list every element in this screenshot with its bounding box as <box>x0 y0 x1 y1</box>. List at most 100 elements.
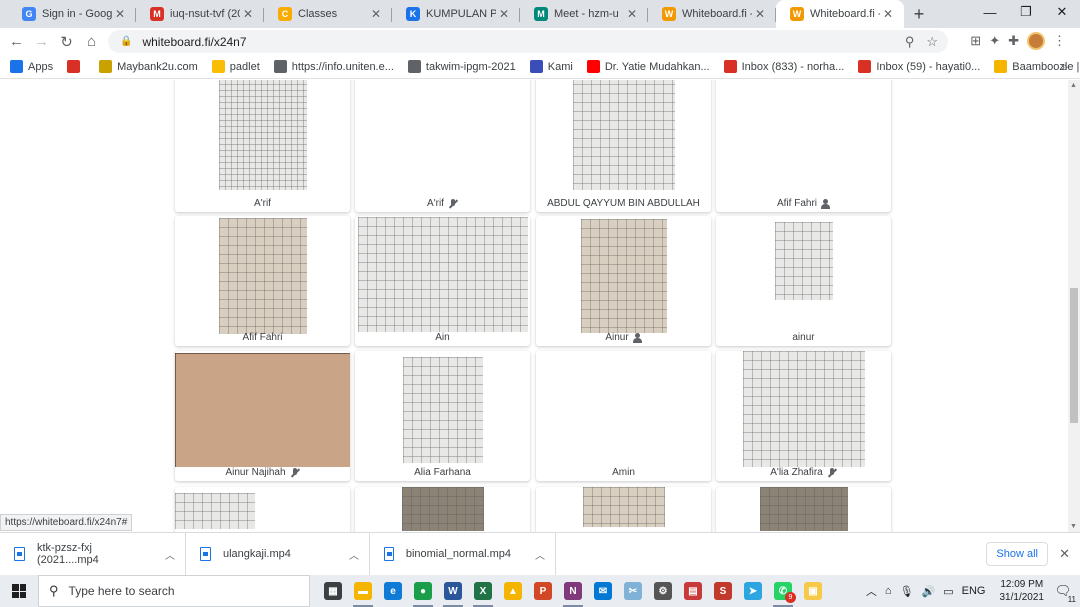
new-tab-button[interactable]: + <box>904 0 934 28</box>
student-board-card[interactable]: ABDUL QAYYUM BIN ABDULLAH <box>536 80 711 212</box>
bookmark-item[interactable]: padlet <box>211 60 260 73</box>
file-explorer-icon[interactable]: ▬ <box>348 575 378 607</box>
word-icon[interactable]: W <box>438 575 468 607</box>
extensions-puzzle-icon[interactable]: ✚ <box>1008 33 1019 49</box>
clock[interactable]: 12:09 PM 31/1/2021 <box>1000 578 1045 604</box>
calculator-table-icon[interactable]: ▤ <box>678 575 708 607</box>
student-board-card[interactable]: ainur <box>716 216 891 346</box>
board-thumbnail[interactable] <box>218 80 307 190</box>
more-bookmarks-icon[interactable]: » <box>1061 59 1068 74</box>
menu-kebab-icon[interactable]: ⋮ <box>1053 33 1066 49</box>
show-all-downloads-button[interactable]: Show all <box>986 542 1048 566</box>
task-view-icon[interactable]: ▦ <box>318 575 348 607</box>
board-thumbnail[interactable] <box>402 357 483 463</box>
bookmark-item[interactable]: Maybank2u.com <box>99 60 198 73</box>
student-board-card[interactable] <box>716 487 891 532</box>
browser-tab[interactable]: W Whiteboard.fi - Fre✕ <box>648 0 776 28</box>
student-board-card[interactable] <box>355 487 530 532</box>
student-board-card[interactable]: Amin <box>536 351 711 481</box>
student-board-card[interactable]: A'rif <box>355 80 530 212</box>
whatsapp-icon[interactable]: ✆ 9 <box>768 575 798 607</box>
powerpoint-icon[interactable]: P <box>528 575 558 607</box>
back-arrow-icon[interactable]: ← <box>4 33 29 50</box>
bookmark-item[interactable]: Inbox (59) - hayati0... <box>858 60 980 73</box>
tab-close-icon[interactable]: ✕ <box>624 7 640 21</box>
tab-close-icon[interactable]: ✕ <box>240 7 256 21</box>
student-board-card[interactable]: A'lia Zhafira <box>716 351 891 481</box>
reload-icon[interactable]: ↻ <box>54 33 79 51</box>
onenote-icon[interactable]: N <box>558 575 588 607</box>
board-thumbnail[interactable] <box>742 351 865 467</box>
board-thumbnail[interactable] <box>401 487 484 531</box>
board-thumbnail[interactable] <box>759 487 848 531</box>
browser-tab[interactable]: G Sign in - Google A✕ <box>8 0 136 28</box>
board-thumbnail[interactable] <box>580 219 667 333</box>
student-board-card[interactable]: Alia Farhana <box>355 351 530 481</box>
student-board-card[interactable]: Ainur Najihah <box>175 351 350 481</box>
network-device-icon[interactable]: ⌂ <box>885 585 892 597</box>
sticky-notes-icon[interactable]: ▣ <box>798 575 828 607</box>
board-thumbnail[interactable] <box>774 222 833 300</box>
mail-icon[interactable]: ✉ <box>588 575 618 607</box>
tab-close-icon[interactable]: ✕ <box>880 7 896 21</box>
student-board-card[interactable]: Afif Fahri <box>716 80 891 212</box>
spss-icon[interactable]: S <box>708 575 738 607</box>
download-item[interactable]: ktk-pzsz-fxj (2021....mp4 ︿ <box>0 532 186 576</box>
bookmark-star-icon[interactable]: ☆ <box>926 34 938 50</box>
zoom-icon[interactable]: ⚲ <box>905 34 915 50</box>
download-item[interactable]: ulangkaji.mp4 ︿ <box>186 532 370 576</box>
download-options-chevron-icon[interactable]: ︿ <box>349 547 359 562</box>
board-thumbnail[interactable] <box>175 353 350 467</box>
browser-tab[interactable]: Miuq-nsut-tvf (2021✕ <box>136 0 264 28</box>
start-button[interactable] <box>0 575 38 607</box>
close-download-shelf-icon[interactable]: ✕ <box>1059 546 1070 562</box>
student-board-card[interactable]: A'rif <box>175 80 350 212</box>
board-thumbnail[interactable] <box>582 487 665 527</box>
download-options-chevron-icon[interactable]: ︿ <box>535 547 545 562</box>
lock-icon[interactable]: 🔒 <box>120 36 132 47</box>
bookmark-item[interactable]: https://info.uniten.e... <box>273 60 394 73</box>
scroll-up-icon[interactable]: ▲ <box>1070 82 1077 89</box>
browser-tab[interactable]: M Meet - hzm-u ✕ <box>520 0 648 28</box>
download-item[interactable]: binomial_normal.mp4 ︿ <box>370 532 556 576</box>
chrome-icon[interactable]: ● <box>408 575 438 607</box>
close-window-button[interactable]: ✕ <box>1044 0 1080 24</box>
volume-icon[interactable]: 🔊 <box>922 585 936 598</box>
scroll-down-icon[interactable]: ▼ <box>1070 523 1077 530</box>
tab-close-icon[interactable]: ✕ <box>368 7 384 21</box>
student-board-card[interactable]: Afif Fahri <box>175 216 350 346</box>
student-board-card[interactable] <box>536 487 711 532</box>
browser-tab[interactable]: W Whiteboard.fi - Fre✕ <box>776 0 904 28</box>
tab-close-icon[interactable]: ✕ <box>752 7 768 21</box>
snipping-icon[interactable]: ✂ <box>618 575 648 607</box>
language-indicator[interactable]: ENG <box>962 585 986 597</box>
excel-icon[interactable]: X <box>468 575 498 607</box>
notification-center-icon[interactable]: 🗨 11 <box>1052 581 1076 604</box>
board-thumbnail[interactable] <box>175 493 255 529</box>
board-thumbnail[interactable] <box>572 80 675 190</box>
address-bar[interactable]: 🔒 whiteboard.fi/x24n7 ⚲ ☆ <box>108 30 948 53</box>
bookmark-item[interactable]: Kami <box>529 60 573 73</box>
profile-avatar[interactable] <box>1027 32 1045 50</box>
edge-icon[interactable]: e <box>378 575 408 607</box>
student-board-card[interactable] <box>175 487 350 532</box>
browser-tab[interactable]: C Classes ✕ <box>264 0 392 28</box>
settings-icon[interactable]: ⚙ <box>648 575 678 607</box>
minimize-button[interactable]: — <box>972 0 1008 24</box>
google-drive-icon[interactable]: ▲ <box>498 575 528 607</box>
extension-bird-icon[interactable]: ✦ <box>989 33 1000 49</box>
bookmark-item[interactable]: takwim-ipgm-2021 <box>407 60 516 73</box>
restore-button[interactable]: ❐ <box>1008 0 1044 24</box>
bookmark-item[interactable]: Apps <box>10 60 53 73</box>
show-hidden-icons-chevron[interactable]: ︿ <box>866 583 877 599</box>
bookmark-item[interactable]: Inbox (833) - norha... <box>723 60 844 73</box>
bookmark-item[interactable]: Dr. Yatie Mudahkan... <box>586 60 710 73</box>
bookmark-item[interactable] <box>67 60 85 73</box>
board-thumbnail[interactable] <box>357 217 528 332</box>
student-board-card[interactable]: Ain <box>355 216 530 346</box>
vertical-scrollbar[interactable]: ▲ ▼ <box>1068 80 1080 532</box>
home-icon[interactable]: ⌂ <box>79 33 104 50</box>
download-options-chevron-icon[interactable]: ︿ <box>165 547 175 562</box>
student-board-card[interactable]: Ainur <box>536 216 711 346</box>
battery-icon[interactable]: ▭ <box>943 585 953 598</box>
